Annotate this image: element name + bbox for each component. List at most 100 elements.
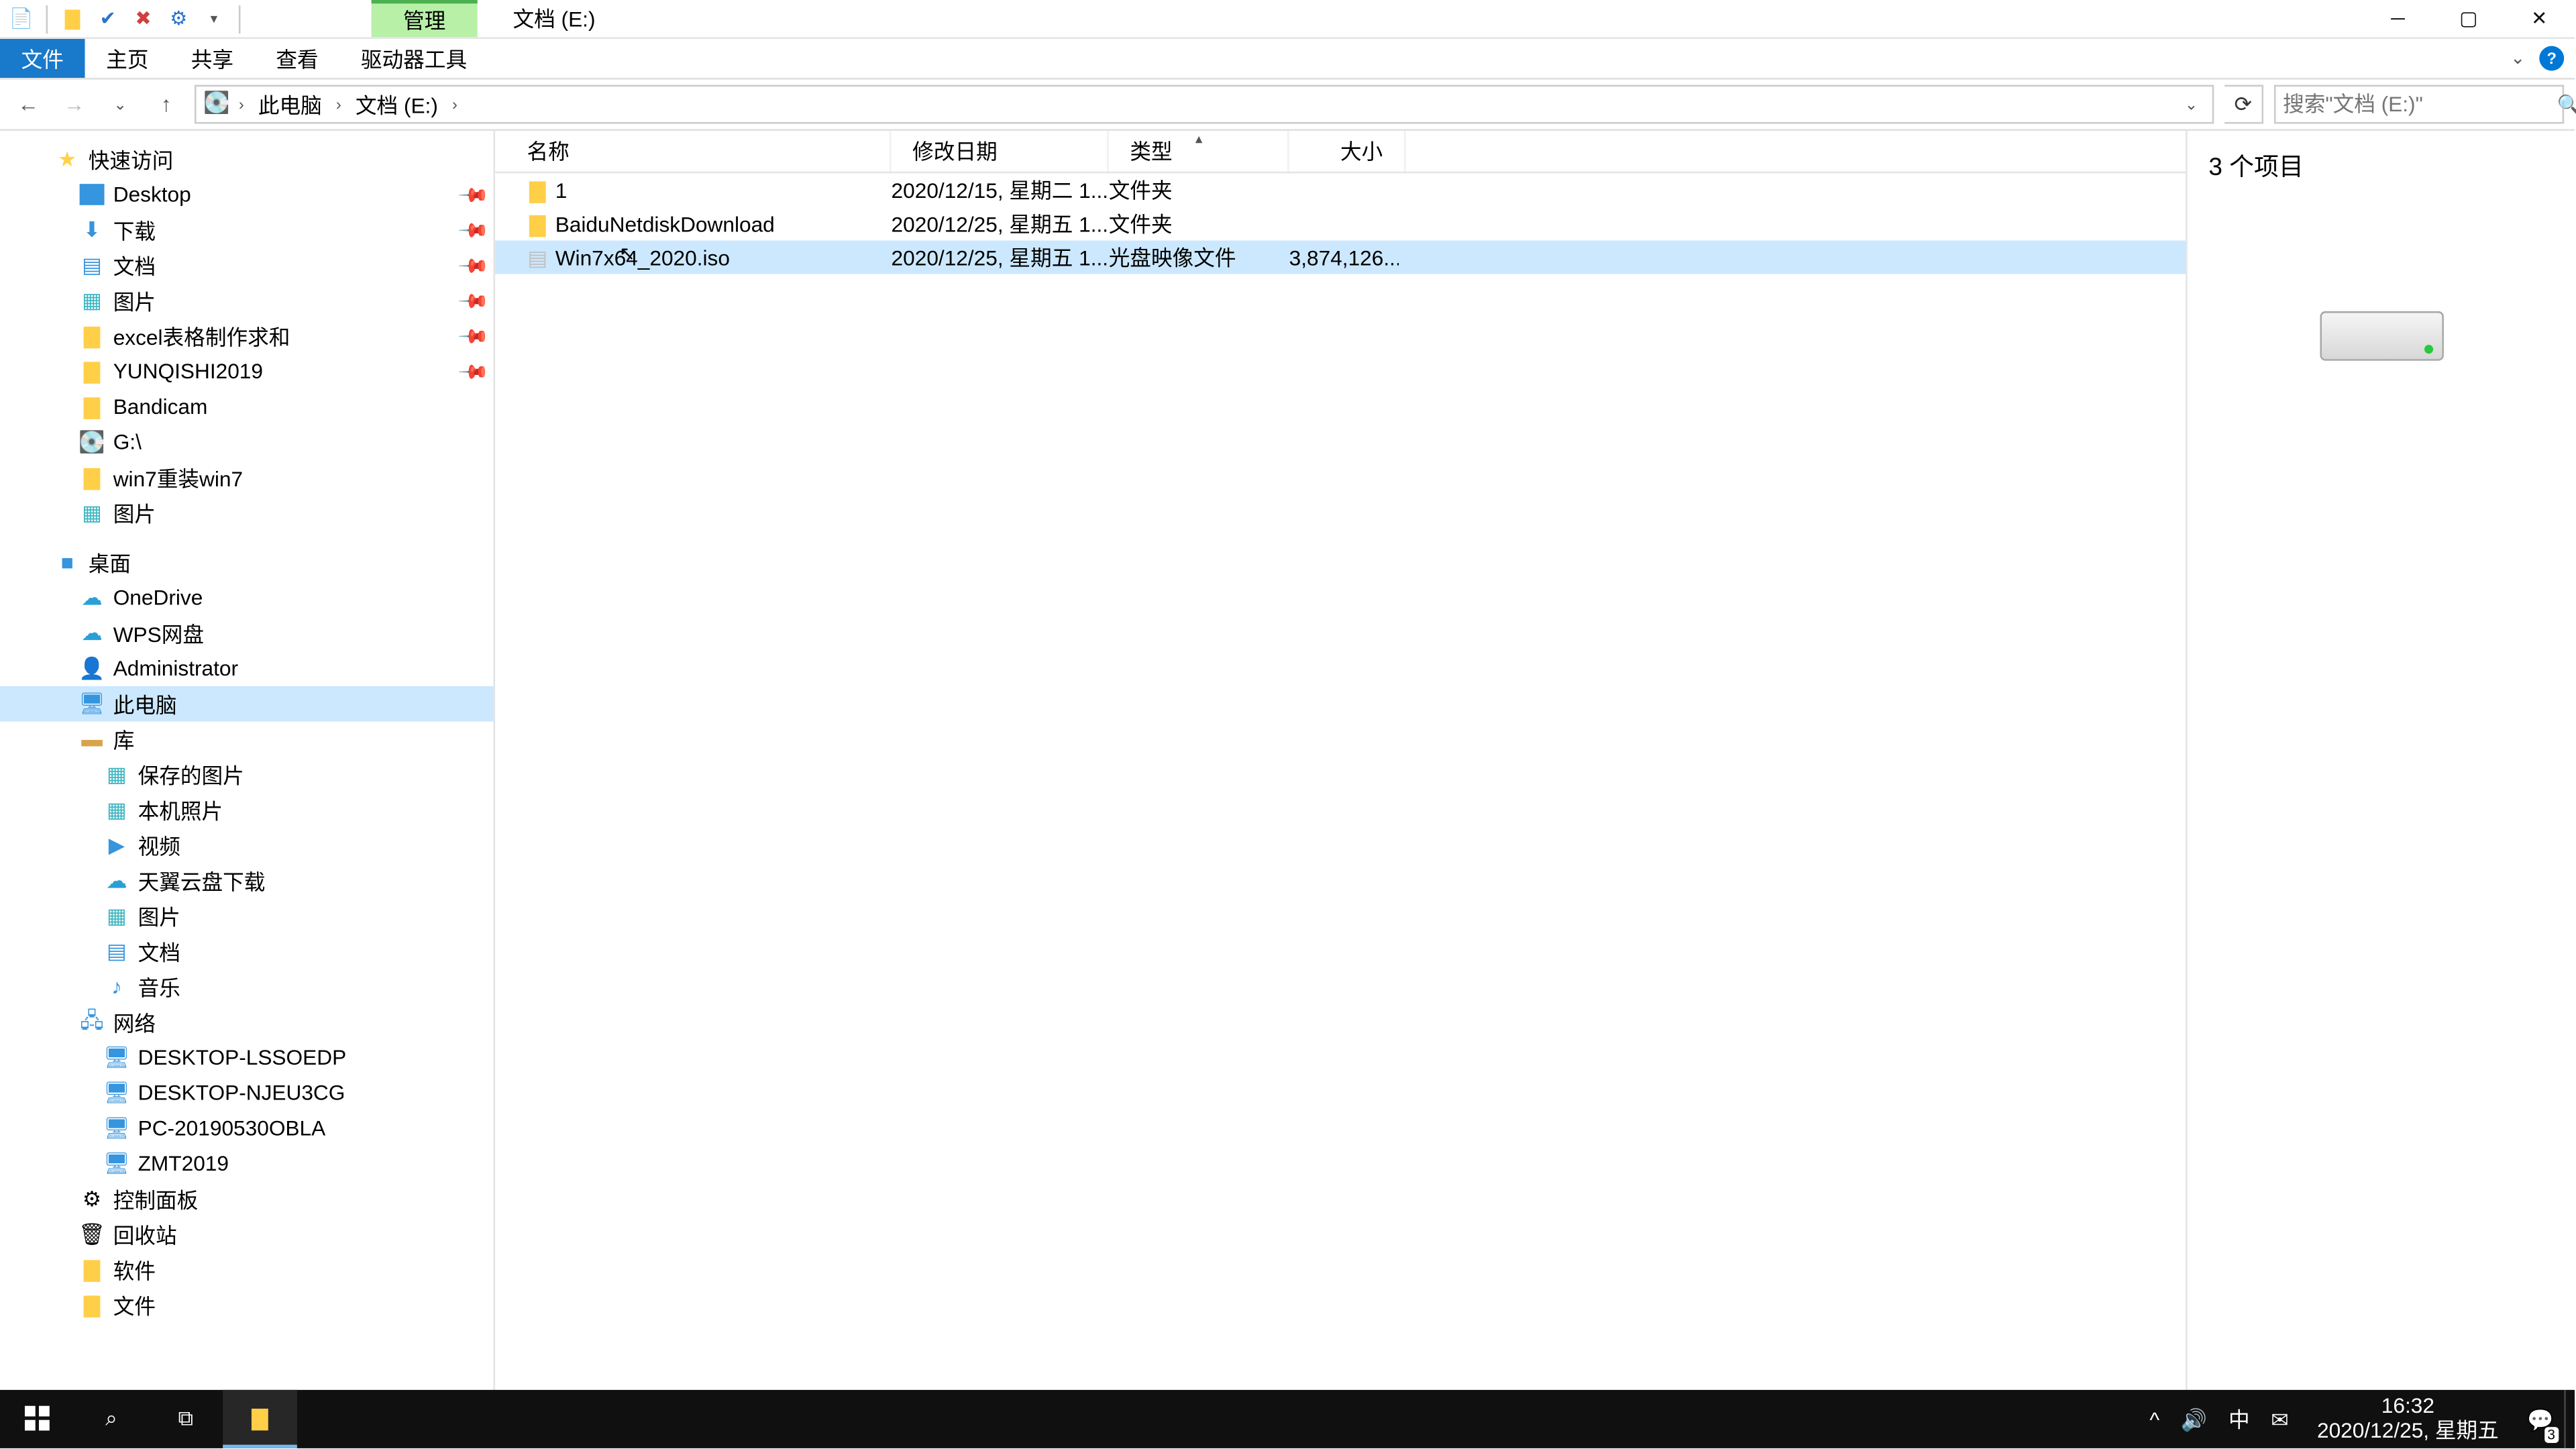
search-box[interactable]: 🔍 bbox=[2274, 85, 2564, 124]
nav-item-icon: 🖥 bbox=[103, 1043, 131, 1071]
nav-item[interactable]: ☁WPS网盘 bbox=[0, 615, 493, 651]
nav-item-label: 文档 bbox=[113, 250, 156, 280]
nav-item[interactable]: 🖧网络 bbox=[0, 1004, 493, 1040]
tab-home[interactable]: 主页 bbox=[85, 39, 170, 78]
nav-item-label: 库 bbox=[113, 724, 135, 754]
nav-up-button[interactable]: ↑ bbox=[148, 87, 184, 122]
nav-item[interactable]: ⚙控制面板 bbox=[0, 1181, 493, 1217]
maximize-button[interactable]: ▢ bbox=[2433, 0, 2504, 38]
nav-item[interactable]: 🖥ZMT2019 bbox=[0, 1146, 493, 1181]
nav-item[interactable]: 🖥DESKTOP-NJEU3CG bbox=[0, 1075, 493, 1111]
nav-forward-button[interactable]: → bbox=[56, 87, 92, 122]
close-button[interactable]: ✕ bbox=[2504, 0, 2575, 38]
column-date[interactable]: 修改日期 bbox=[892, 131, 1109, 172]
checkmark-icon[interactable]: ✔ bbox=[94, 5, 122, 33]
nav-item[interactable]: ▇excel表格制作求和📌 bbox=[0, 318, 493, 354]
gear-icon[interactable]: ⚙ bbox=[164, 5, 193, 33]
nav-item-icon: ▇ bbox=[78, 1256, 106, 1284]
clock-date: 2020/12/25, 星期五 bbox=[2317, 1419, 2499, 1442]
nav-item[interactable]: ▇win7重装win7 bbox=[0, 460, 493, 495]
breadcrumb-seg[interactable]: 此电脑 bbox=[251, 89, 329, 119]
nav-item-label: 软件 bbox=[113, 1254, 156, 1285]
ime-indicator[interactable]: 中 bbox=[2218, 1390, 2260, 1448]
action-center-button[interactable]: 💬 3 bbox=[2516, 1390, 2564, 1448]
navigation-pane[interactable]: ★快速访问Desktop📌⬇下载📌▤文档📌▦图片📌▇excel表格制作求和📌▇Y… bbox=[0, 131, 493, 1413]
nav-item[interactable]: ▬库 bbox=[0, 721, 493, 757]
file-date: 2020/12/25, 星期五 1... bbox=[892, 209, 1109, 239]
nav-recent-dropdown[interactable]: ⌄ bbox=[103, 87, 138, 122]
file-row[interactable]: ▇12020/12/15, 星期二 1...文件夹 bbox=[495, 173, 2186, 207]
nav-item[interactable]: 🖥此电脑 bbox=[0, 686, 493, 722]
minimize-button[interactable]: ─ bbox=[2363, 0, 2433, 38]
clock[interactable]: 16:32 2020/12/25, 星期五 bbox=[2300, 1396, 2517, 1443]
nav-item[interactable]: 🗑回收站 bbox=[0, 1217, 493, 1252]
tab-view[interactable]: 查看 bbox=[255, 39, 340, 78]
start-button[interactable] bbox=[0, 1390, 74, 1448]
show-desktop-button[interactable] bbox=[2564, 1390, 2575, 1448]
nav-item-icon: ⬇ bbox=[78, 216, 106, 244]
contextual-tab-label[interactable]: 管理 bbox=[372, 0, 478, 37]
nav-item[interactable]: ▶视频 bbox=[0, 828, 493, 863]
nav-item[interactable]: ▦保存的图片 bbox=[0, 757, 493, 792]
column-size[interactable]: 大小 bbox=[1289, 131, 1406, 172]
nav-item[interactable]: ▤文档 bbox=[0, 934, 493, 969]
nav-item[interactable]: 🖥PC-20190530OBLA bbox=[0, 1110, 493, 1146]
pin-icon: 📌 bbox=[458, 319, 491, 353]
nav-item-icon: ▬ bbox=[78, 725, 106, 753]
nav-item[interactable]: ▦图片📌 bbox=[0, 283, 493, 319]
details-pane: 3 个项目 bbox=[2186, 131, 2575, 1413]
chevron-right-icon[interactable]: › bbox=[449, 95, 461, 113]
nav-item[interactable]: ▤文档📌 bbox=[0, 248, 493, 283]
nav-item[interactable]: ▇YUNQISHI2019📌 bbox=[0, 354, 493, 389]
breadcrumb-dropdown[interactable]: ⌄ bbox=[2178, 95, 2205, 114]
breadcrumb[interactable]: 💽 › 此电脑 › 文档 (E:) › ⌄ bbox=[195, 85, 2214, 124]
chevron-right-icon[interactable]: › bbox=[235, 95, 248, 113]
file-row[interactable]: ▇BaiduNetdiskDownload2020/12/25, 星期五 1..… bbox=[495, 207, 2186, 240]
nav-item[interactable]: ★快速访问 bbox=[0, 142, 493, 177]
nav-back-button[interactable]: ← bbox=[11, 87, 46, 122]
tab-file[interactable]: 文件 bbox=[0, 39, 85, 78]
task-view-button[interactable]: ⧉ bbox=[148, 1390, 223, 1448]
column-name[interactable]: 名称 bbox=[495, 131, 891, 172]
nav-item[interactable]: 💽G:\ bbox=[0, 425, 493, 460]
nav-item[interactable]: ▇文件 bbox=[0, 1287, 493, 1323]
volume-icon[interactable]: 🔊 bbox=[2170, 1390, 2218, 1448]
tab-share[interactable]: 共享 bbox=[170, 39, 255, 78]
nav-item[interactable]: ⬇下载📌 bbox=[0, 212, 493, 248]
nav-item[interactable]: Desktop📌 bbox=[0, 177, 493, 213]
tray-overflow-button[interactable]: ^ bbox=[2139, 1390, 2171, 1448]
nav-item[interactable]: ■桌面 bbox=[0, 545, 493, 580]
nav-item[interactable]: ▦图片 bbox=[0, 898, 493, 934]
search-icon[interactable]: 🔍 bbox=[2557, 93, 2576, 115]
nav-item[interactable]: ▇Bandicam bbox=[0, 389, 493, 425]
dropdown-icon[interactable]: ▾ bbox=[200, 5, 228, 33]
nav-item[interactable]: 👤Administrator bbox=[0, 651, 493, 686]
nav-item[interactable]: 🖥DESKTOP-LSSOEDP bbox=[0, 1040, 493, 1075]
nav-item-icon: ☁ bbox=[78, 619, 106, 647]
folder-icon[interactable]: ▇ bbox=[58, 5, 87, 33]
nav-item[interactable]: ▦图片 bbox=[0, 495, 493, 531]
nav-item[interactable]: ♪音乐 bbox=[0, 969, 493, 1005]
refresh-button[interactable]: ⟳ bbox=[2224, 85, 2263, 124]
search-button[interactable]: ⌕ bbox=[74, 1390, 149, 1448]
nav-item[interactable]: ☁天翼云盘下载 bbox=[0, 863, 493, 898]
breadcrumb-seg[interactable]: 文档 (E:) bbox=[348, 89, 445, 119]
nav-item-icon: 👤 bbox=[78, 654, 106, 682]
taskbar-app-explorer[interactable]: ▇ bbox=[223, 1390, 297, 1448]
tab-drive-tools[interactable]: 驱动器工具 bbox=[339, 39, 488, 78]
search-input[interactable] bbox=[2283, 92, 2557, 117]
nav-item[interactable]: ▇软件 bbox=[0, 1252, 493, 1287]
expand-ribbon-icon[interactable]: ⌄ bbox=[2510, 48, 2525, 68]
drive-icon: 💽 bbox=[203, 90, 231, 118]
nav-item-icon: ▦ bbox=[78, 498, 106, 527]
nav-item-label: Bandicam bbox=[113, 394, 208, 419]
chevron-right-icon[interactable]: › bbox=[333, 95, 345, 113]
help-icon[interactable]: ? bbox=[2539, 46, 2564, 71]
file-name: Win7x64_2020.iso bbox=[555, 245, 892, 270]
nav-item[interactable]: ☁OneDrive bbox=[0, 580, 493, 616]
tray-app-icon[interactable]: ✉ bbox=[2260, 1390, 2299, 1448]
nav-item[interactable]: ▦本机照片 bbox=[0, 792, 493, 828]
close-x-icon[interactable]: ✖ bbox=[129, 5, 157, 33]
file-row[interactable]: ▤Win7x64_2020.iso2020/12/25, 星期五 1...光盘映… bbox=[495, 240, 2186, 274]
file-list[interactable]: ▇12020/12/15, 星期二 1...文件夹▇BaiduNetdiskDo… bbox=[495, 173, 2186, 1413]
